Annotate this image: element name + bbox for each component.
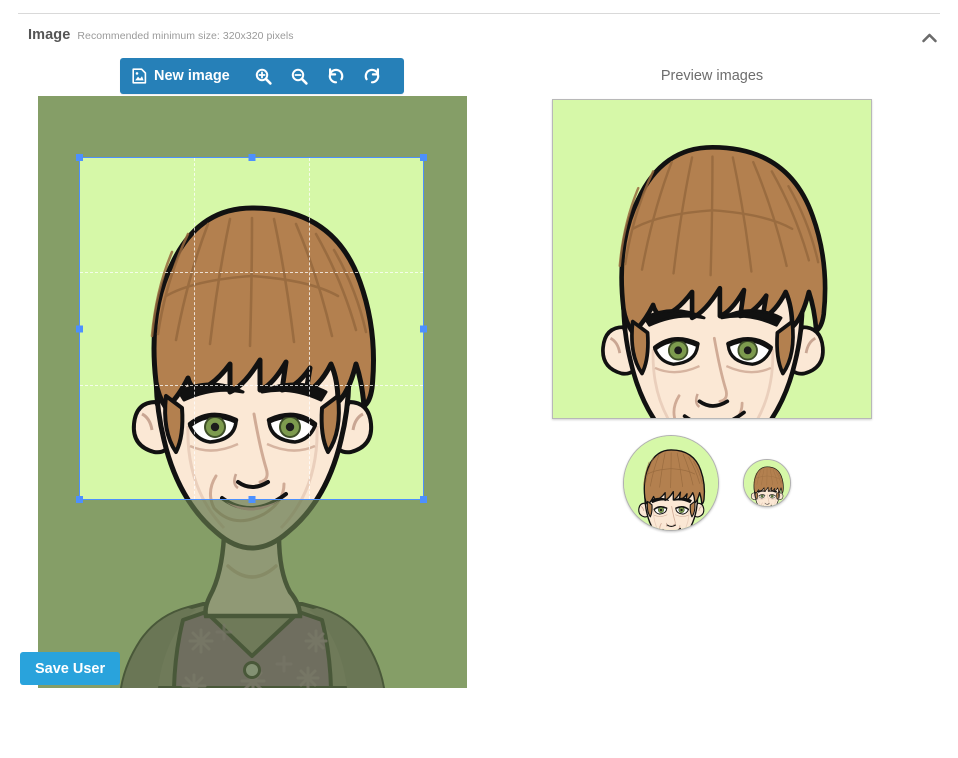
image-cropper-page: Image Recommended minimum size: 320x320 … <box>0 0 958 758</box>
new-image-button[interactable]: New image <box>132 68 246 84</box>
new-image-label: New image <box>154 68 230 84</box>
file-image-icon <box>132 68 148 84</box>
crop-selection-box[interactable] <box>76 154 427 503</box>
preview-avatar-large <box>623 435 719 531</box>
collapse-section-button[interactable] <box>918 28 940 48</box>
rotate-left-icon <box>328 68 344 84</box>
preview-avatar-large-image <box>624 436 718 530</box>
crop-stage[interactable] <box>38 96 467 688</box>
zoom-in-icon <box>256 68 272 85</box>
crop-gridline-h1 <box>80 271 423 273</box>
page-title: Image <box>28 27 71 43</box>
rotate-left-button[interactable] <box>318 61 354 91</box>
cropper-toolbar: New image <box>120 58 404 94</box>
zoom-out-button[interactable] <box>282 61 318 91</box>
source-image-bright <box>80 158 423 499</box>
rotate-right-icon <box>364 68 379 84</box>
top-divider <box>18 13 940 14</box>
preview-large-image <box>553 100 871 418</box>
size-recommendation-hint: Recommended minimum size: 320x320 pixels <box>77 30 294 42</box>
zoom-out-icon <box>292 68 308 85</box>
crop-handle-n[interactable] <box>248 154 255 161</box>
crop-gridline-v2 <box>308 158 310 499</box>
preview-images-title: Preview images <box>660 68 764 84</box>
crop-gridline-h2 <box>80 385 423 387</box>
preview-large <box>552 99 872 419</box>
preview-avatar-small-image <box>744 460 790 506</box>
crop-handle-sw[interactable] <box>76 496 83 503</box>
save-user-button[interactable]: Save User <box>20 652 121 685</box>
crop-handle-e[interactable] <box>420 325 427 332</box>
crop-handle-s[interactable] <box>248 496 255 503</box>
section-header: Image Recommended minimum size: 320x320 … <box>28 27 928 49</box>
crop-selection-clip <box>80 158 423 499</box>
crop-handle-se[interactable] <box>420 496 427 503</box>
avatar-previews <box>552 429 872 539</box>
crop-handle-w[interactable] <box>76 325 83 332</box>
crop-handle-ne[interactable] <box>420 154 427 161</box>
zoom-in-button[interactable] <box>246 61 282 91</box>
crop-gridline-v1 <box>194 158 196 499</box>
chevron-up-icon <box>921 33 937 43</box>
preview-avatar-small <box>743 459 791 507</box>
rotate-right-button[interactable] <box>354 61 390 91</box>
crop-handle-nw[interactable] <box>76 154 83 161</box>
